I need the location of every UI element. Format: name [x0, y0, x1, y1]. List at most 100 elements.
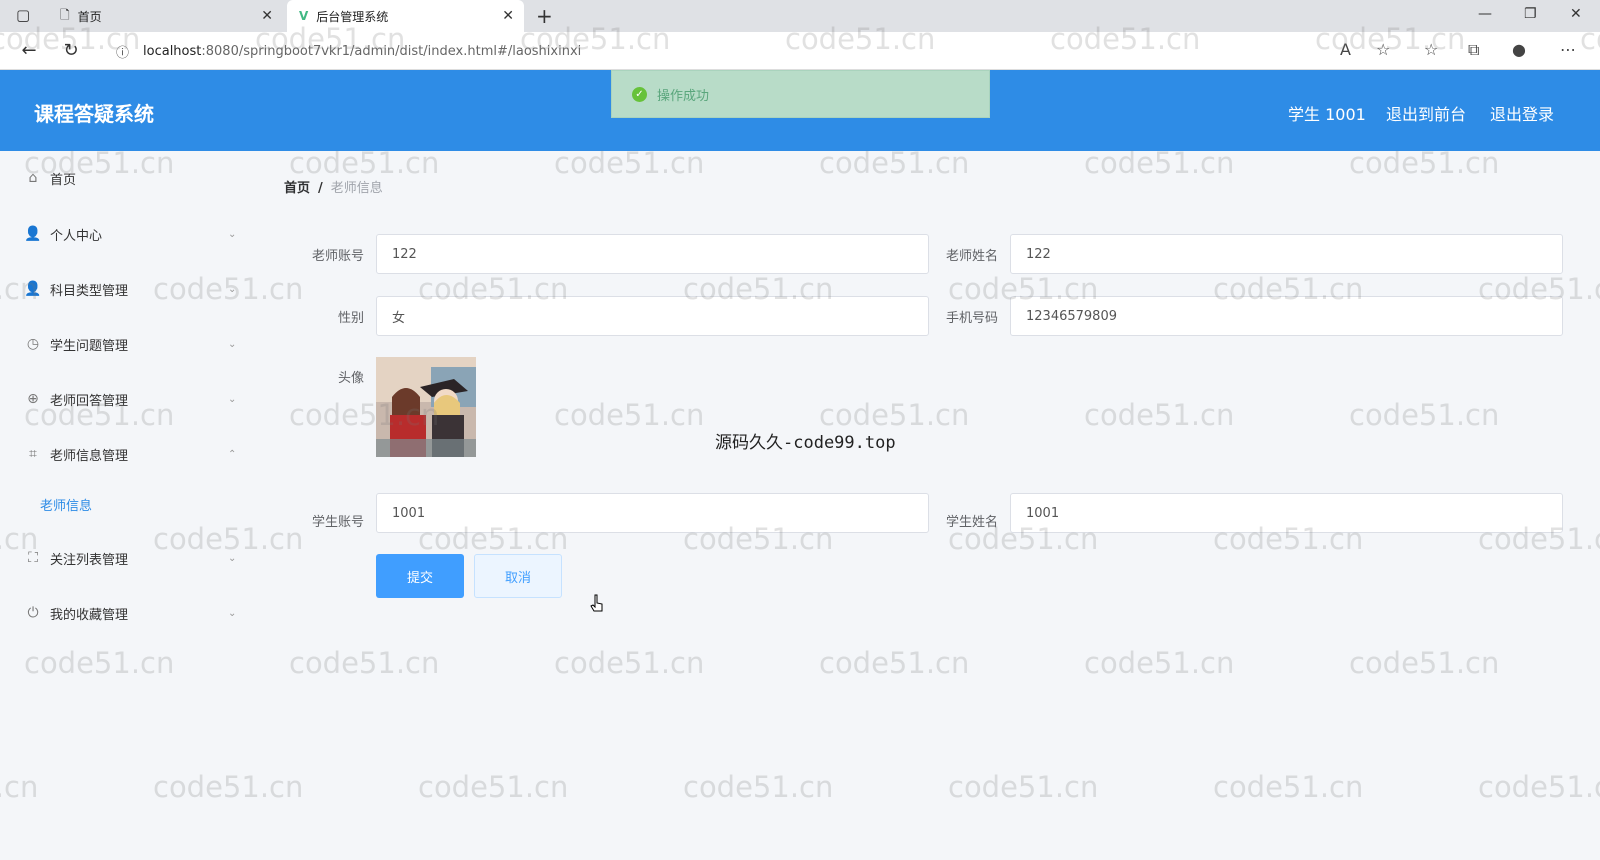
student-account-input[interactable]: 1001	[376, 493, 929, 533]
hand-cursor-icon	[590, 594, 603, 612]
chevron-up-icon: ⌃	[228, 448, 237, 460]
read-aloud-icon[interactable]: A	[1340, 40, 1351, 59]
watermark-text: code51.cn	[683, 770, 834, 804]
chevron-down-icon: ⌄	[228, 607, 237, 619]
home-icon: ⌂	[28, 170, 38, 186]
watermark-text: code51.cn	[289, 146, 440, 180]
success-check-icon: ✓	[632, 86, 647, 102]
watermark-text: code51.cn	[1084, 398, 1235, 432]
new-tab-icon[interactable]: +	[536, 4, 553, 28]
sidebar-item-subject-types[interactable]: 👤 科目类型管理 ⌄	[0, 267, 256, 311]
sidebar-item-label: 我的收藏管理	[50, 607, 129, 623]
avatar-image[interactable]	[376, 357, 476, 457]
fullscreen-icon: ⛶	[28, 550, 38, 566]
user-icon: 👤	[24, 281, 42, 297]
page-icon: 🗋	[60, 7, 70, 22]
watermark-text: code51.cn	[1084, 146, 1235, 180]
url-field[interactable]: ⓘ localhost:8080/springboot7vkr1/admin/d…	[102, 36, 1402, 66]
back-to-front-link[interactable]: 退出到前台	[1386, 101, 1466, 125]
watermark-text: code51.cn	[1349, 146, 1500, 180]
teacher-account-input[interactable]: 122	[376, 234, 929, 274]
sidebar-item-label: 学生问题管理	[50, 338, 129, 354]
student-account-label: 学生账号	[311, 515, 364, 530]
tab-label: 首页	[77, 9, 102, 24]
gender-input[interactable]: 女	[376, 296, 929, 336]
phone-input[interactable]: 12346579809	[1010, 296, 1563, 336]
gender-label: 性别	[337, 311, 364, 326]
browser-tab-admin[interactable]: V 后台管理系统 ✕	[287, 0, 524, 32]
crosshair-icon: ⊕	[27, 391, 39, 407]
add-favorite-icon[interactable]: ☆	[1376, 40, 1390, 59]
sidebar-subitem-teacher-info[interactable]: 老师信息	[40, 495, 92, 514]
restore-icon[interactable]: ❐	[1524, 6, 1537, 22]
sidebar-item-label: 老师回答管理	[50, 393, 129, 409]
student-name-input[interactable]: 1001	[1010, 493, 1563, 533]
sidebar-item-follow-list[interactable]: ⛶ 关注列表管理 ⌄	[0, 536, 256, 580]
teacher-name-input[interactable]: 122	[1010, 234, 1563, 274]
refresh-icon[interactable]: ↻	[60, 40, 82, 61]
sidebar-item-teacher-answers[interactable]: ⊕ 老师回答管理 ⌄	[0, 377, 256, 421]
sidebar-item-label: 首页	[50, 172, 77, 188]
tab-label: 后台管理系统	[316, 9, 389, 24]
sidebar-item-label: 科目类型管理	[50, 283, 129, 299]
logout-link[interactable]: 退出登录	[1490, 101, 1554, 125]
close-tab-icon[interactable]: ✕	[502, 8, 514, 24]
watermark-text: code51.cn	[819, 646, 970, 680]
watermark-text: code51.cn	[554, 646, 705, 680]
compass-icon: ◷	[26, 336, 40, 352]
teacher-name-label: 老师姓名	[945, 249, 998, 264]
chevron-down-icon: ⌄	[228, 552, 237, 564]
breadcrumb: 首页 / 老师信息	[284, 177, 383, 196]
success-toast: ✓ 操作成功	[611, 70, 990, 118]
power-icon: ⏻	[27, 605, 39, 621]
watermark-text: code51.cn	[418, 770, 569, 804]
watermark-text: code51.cn	[1478, 770, 1600, 804]
app-title: 课程答疑系统	[34, 102, 154, 126]
profile-avatar-icon[interactable]: ●	[1512, 40, 1526, 59]
more-menu-icon[interactable]: ⋯	[1560, 40, 1576, 59]
sidebar-item-home[interactable]: ⌂ 首页	[0, 156, 256, 200]
back-icon[interactable]: ←	[18, 40, 40, 61]
breadcrumb-home[interactable]: 首页	[284, 181, 310, 196]
watermark-text: code51.cn	[289, 646, 440, 680]
crop-icon: ⌗	[29, 446, 37, 462]
info-icon: ⓘ	[116, 45, 130, 61]
center-watermark: 源码久久-code99.top	[715, 433, 896, 453]
phone-label: 手机号码	[945, 311, 998, 326]
url-host: localhost	[143, 43, 202, 59]
toast-message: 操作成功	[657, 88, 710, 104]
teacher-account-label: 老师账号	[311, 249, 364, 264]
cancel-button[interactable]: 取消	[474, 554, 562, 598]
student-name-label: 学生姓名	[945, 515, 998, 530]
favorites-icon[interactable]: ☆	[1424, 40, 1438, 59]
user-icon: 👤	[24, 226, 42, 242]
breadcrumb-current: 老师信息	[330, 181, 383, 196]
close-window-icon[interactable]: ✕	[1570, 6, 1582, 22]
minimize-icon[interactable]: —	[1478, 6, 1492, 22]
browser-tab-bar: ▢ 🗋 首页 ✕ V 后台管理系统 ✕ + — ❐ ✕	[0, 0, 1600, 32]
sidebar-item-label: 老师信息管理	[50, 448, 129, 464]
sidebar-item-personal-center[interactable]: 👤 个人中心 ⌄	[0, 212, 256, 256]
submit-button[interactable]: 提交	[376, 554, 464, 598]
sidebar-item-favorites[interactable]: ⏻ 我的收藏管理 ⌄	[0, 591, 256, 635]
sidebar: ⌂ 首页 👤 个人中心 ⌄ 👤 科目类型管理 ⌄ ◷ 学生问题管理 ⌄ ⊕ 老师…	[0, 151, 256, 860]
watermark-text: code51.cn	[1084, 646, 1235, 680]
browser-tab-home[interactable]: 🗋 首页 ✕	[48, 0, 283, 32]
chevron-down-icon: ⌄	[228, 228, 237, 240]
sidebar-item-label: 个人中心	[50, 228, 103, 244]
watermark-text: code51.cn	[1349, 646, 1500, 680]
tab-actions-icon[interactable]: ▢	[16, 6, 30, 24]
chevron-down-icon: ⌄	[228, 393, 237, 405]
vue-logo-icon: V	[299, 9, 309, 23]
sidebar-item-teacher-info[interactable]: ⌗ 老师信息管理 ⌃	[0, 432, 256, 476]
watermark-text: code51.cn	[554, 398, 705, 432]
watermark-text: code51.cn	[948, 770, 1099, 804]
sidebar-item-label: 关注列表管理	[50, 552, 129, 568]
current-user: 学生 1001	[1288, 105, 1366, 124]
watermark-text: code51.cn	[1349, 398, 1500, 432]
sidebar-item-student-questions[interactable]: ◷ 学生问题管理 ⌄	[0, 322, 256, 366]
close-tab-icon[interactable]: ✕	[261, 8, 273, 24]
anime-avatar-picture	[376, 357, 476, 457]
watermark-text: code51.cn	[819, 146, 970, 180]
collections-icon[interactable]: ⧉	[1468, 40, 1479, 60]
